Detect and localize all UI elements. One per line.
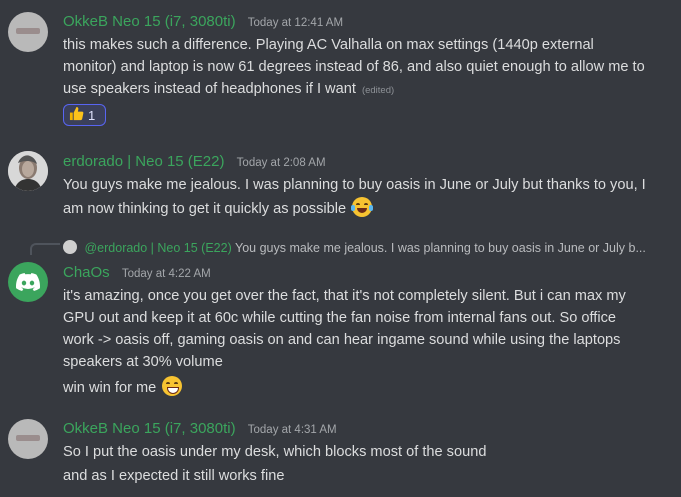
message-text: am now thinking to get it quickly as pos… [63,197,673,220]
message-text: work -> oasis off, gaming oasis on and c… [63,332,621,348]
message-text-segment: win win for me [63,380,157,396]
user-avatar[interactable] [8,262,48,302]
user-avatar[interactable] [8,12,48,52]
timestamp: Today at 4:22 AM [121,268,211,280]
user-avatar[interactable] [8,151,48,191]
timestamp: Today at 4:31 AM [247,424,337,436]
reply-avatar [63,240,77,254]
author-name[interactable]: ChaOs [63,264,110,281]
reply-connector [30,243,60,255]
portrait-icon [8,151,48,191]
timestamp: Today at 2:08 AM [236,157,326,169]
joy-emoji-icon [351,197,374,217]
reply-author[interactable]: @erdorado | Neo 15 (E22) [84,241,231,255]
message-text: speakers at 30% volume [63,354,223,370]
thumbs-up-icon [69,106,84,124]
author-name[interactable]: erdorado | Neo 15 (E22) [63,153,225,170]
message-text: GPU out and keep it at 60c while cutting… [63,310,616,326]
reaction-count: 1 [88,107,96,123]
message-text: this makes such a difference. Playing AC… [63,37,594,53]
timestamp: Today at 12:41 AM [247,17,344,29]
grinning-emoji-icon [162,376,183,396]
message-header: erdorado | Neo 15 (E22) Today at 2:08 AM [63,153,326,170]
message-text: monitor) and laptop is now 61 degrees in… [63,59,645,75]
message-header: OkkeB Neo 15 (i7, 3080ti) Today at 4:31 … [63,420,337,437]
message-text: and as I expected it still works fine [63,468,285,484]
message-header: OkkeB Neo 15 (i7, 3080ti) Today at 12:41… [63,13,343,30]
message-text: So I put the oasis under my desk, which … [63,444,487,460]
message-text: win win for me [63,376,673,399]
edited-label: (edited) [361,85,395,96]
message-text-segment: am now thinking to get it quickly as pos… [63,201,347,217]
message-text-segment: use speakers instead of headphones if I … [63,81,356,97]
message-text: use speakers instead of headphones if I … [63,79,673,101]
author-name[interactable]: OkkeB Neo 15 (i7, 3080ti) [63,420,236,437]
message-text: You guys make me jealous. I was planning… [63,177,646,193]
reaction-thumbs-up[interactable]: 1 [63,104,106,126]
discord-logo-icon [16,273,40,291]
message-text: it's amazing, once you get over the fact… [63,288,626,304]
reply-preview[interactable]: @erdorado | Neo 15 (E22) You guys make m… [63,240,646,255]
reply-text[interactable]: You guys make me jealous. I was planning… [235,241,646,255]
user-avatar[interactable] [8,419,48,459]
author-name[interactable]: OkkeB Neo 15 (i7, 3080ti) [63,13,236,30]
message-header: ChaOs Today at 4:22 AM [63,264,211,281]
